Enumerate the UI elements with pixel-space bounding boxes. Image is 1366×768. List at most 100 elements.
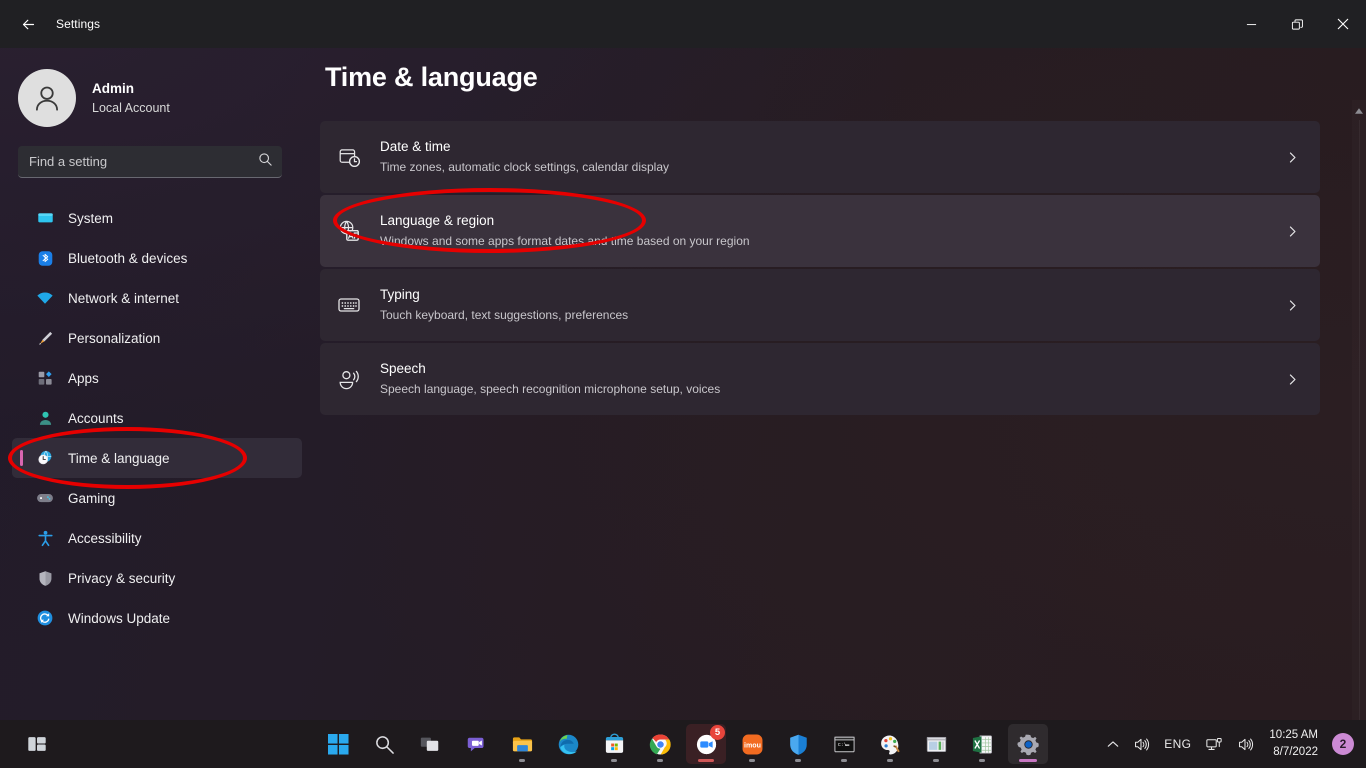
sidebar-item-personalization[interactable]: Personalization [12, 318, 302, 358]
store-bag-icon [605, 732, 623, 753]
zoom-button[interactable]: 5 [686, 724, 726, 764]
sidebar-item-bluetooth-devices[interactable]: Bluetooth & devices [12, 238, 302, 278]
windows-logo-icon [327, 733, 349, 755]
sidebar-item-label: Time & language [68, 450, 170, 466]
tray-overflow-button[interactable] [1100, 726, 1126, 762]
settings-card-list: Date & time Time zones, automatic clock … [320, 121, 1320, 415]
excel-button[interactable] [962, 724, 1002, 764]
command-prompt-icon: C:\ [833, 736, 855, 752]
sidebar-item-label: Accessibility [68, 530, 142, 546]
window-app-icon [926, 736, 946, 752]
clock-globe-icon [36, 449, 54, 467]
taskbar-left [14, 724, 60, 764]
imou-icon: imou [742, 734, 762, 754]
sidebar-item-label: Bluetooth & devices [68, 250, 188, 266]
card-text: Date & time Time zones, automatic clock … [380, 138, 1284, 176]
settings-button[interactable] [1008, 724, 1048, 764]
sidebar-item-time-language[interactable]: Time & language [12, 438, 302, 478]
card-date-time[interactable]: Date & time Time zones, automatic clock … [320, 121, 1320, 193]
maximize-button[interactable] [1274, 0, 1320, 48]
account-subtitle: Local Account [92, 100, 170, 115]
vertical-scrollbar[interactable] [1352, 100, 1366, 720]
chevron-up-icon [1107, 740, 1119, 747]
paintbrush-icon [36, 329, 54, 347]
sidebar-item-label: Personalization [68, 330, 161, 346]
card-title: Date & time [380, 138, 451, 154]
running-indicator [933, 759, 939, 762]
sidebar-item-network-internet[interactable]: Network & internet [12, 278, 302, 318]
imou-button[interactable]: imou [732, 724, 772, 764]
sidebar: Admin Local Account Find a setting Syste… [0, 48, 320, 768]
back-button[interactable] [8, 8, 48, 40]
card-subtitle: Touch keyboard, text suggestions, prefer… [380, 308, 629, 323]
svg-text:imou: imou [744, 741, 761, 749]
apps-grid-icon [36, 369, 54, 387]
sidebar-item-windows-update[interactable]: Windows Update [12, 598, 302, 638]
search-icon [375, 735, 394, 754]
sidebar-item-system[interactable]: System [12, 198, 302, 238]
chevron-right-icon [1284, 151, 1300, 164]
search-box[interactable] [18, 146, 282, 178]
file-explorer-button[interactable] [502, 724, 542, 764]
tray-volume-button[interactable] [1126, 726, 1157, 762]
search-button[interactable] [364, 724, 404, 764]
back-arrow-icon [22, 19, 34, 29]
sidebar-item-gaming[interactable]: Gaming [12, 478, 302, 518]
taskbar: 5 imou C:\ ENG 10:25 AM 8/7/2022 2 [0, 720, 1366, 768]
media-player-button[interactable] [916, 724, 956, 764]
system-tray: ENG 10:25 AM 8/7/2022 2 [1100, 720, 1366, 768]
card-subtitle: Speech language, speech recognition micr… [380, 382, 721, 397]
scroll-up-arrow-icon[interactable] [1355, 108, 1363, 116]
microsoft-store-button[interactable] [594, 724, 634, 764]
active-indicator [1019, 759, 1037, 762]
start-button[interactable] [318, 724, 358, 764]
main-content: Time & language Date & time Time zones, … [320, 48, 1366, 720]
sidebar-item-label: Windows Update [68, 610, 171, 626]
widgets-button[interactable] [17, 724, 57, 764]
window-title: Settings [56, 17, 101, 31]
tray-language-indicator[interactable]: ENG [1157, 726, 1198, 762]
notification-badge[interactable]: 2 [1332, 733, 1354, 755]
paint-button[interactable] [870, 724, 910, 764]
wifi-icon [36, 289, 54, 307]
tray-sound-button[interactable] [1230, 726, 1261, 762]
chevron-right-icon [1284, 299, 1300, 312]
card-language-region[interactable]: Language & region Windows and some apps … [320, 195, 1320, 267]
calendar-clock-icon [332, 146, 366, 169]
speaker-icon [1135, 738, 1150, 750]
search-input[interactable] [18, 154, 282, 169]
tray-network-button[interactable] [1198, 726, 1230, 762]
account-name: Admin [92, 81, 134, 97]
card-typing[interactable]: Typing Touch keyboard, text suggestions,… [320, 269, 1320, 341]
close-button[interactable] [1320, 0, 1366, 48]
windows-security-button[interactable] [778, 724, 818, 764]
card-speech[interactable]: Speech Speech language, speech recogniti… [320, 343, 1320, 415]
close-icon [1337, 18, 1349, 30]
scrollbar-track[interactable] [1358, 120, 1360, 720]
card-text: Language & region Windows and some apps … [380, 212, 1284, 250]
sidebar-item-privacy-security[interactable]: Privacy & security [12, 558, 302, 598]
running-indicator [841, 759, 847, 762]
running-indicator [979, 759, 985, 762]
gear-icon [1016, 734, 1039, 755]
card-text: Speech Speech language, speech recogniti… [380, 360, 1284, 398]
accessibility-person-icon [36, 529, 54, 547]
person-icon [36, 409, 54, 427]
chrome-button[interactable] [640, 724, 680, 764]
sidebar-item-label: Privacy & security [68, 570, 176, 586]
edge-button[interactable] [548, 724, 588, 764]
account-header[interactable]: Admin Local Account [0, 60, 320, 130]
card-title: Speech [380, 360, 426, 376]
chat-button[interactable] [456, 724, 496, 764]
command-prompt-button[interactable]: C:\ [824, 724, 864, 764]
task-view-button[interactable] [410, 724, 450, 764]
sidebar-item-accounts[interactable]: Accounts [12, 398, 302, 438]
sidebar-item-apps[interactable]: Apps [12, 358, 302, 398]
sidebar-item-accessibility[interactable]: Accessibility [12, 518, 302, 558]
minimize-button[interactable] [1228, 0, 1274, 48]
person-avatar-icon [36, 86, 58, 111]
clock[interactable]: 10:25 AM 8/7/2022 [1261, 726, 1326, 762]
monitor-icon [36, 209, 54, 227]
clock-date: 8/7/2022 [1273, 746, 1318, 758]
running-indicator [611, 759, 617, 762]
